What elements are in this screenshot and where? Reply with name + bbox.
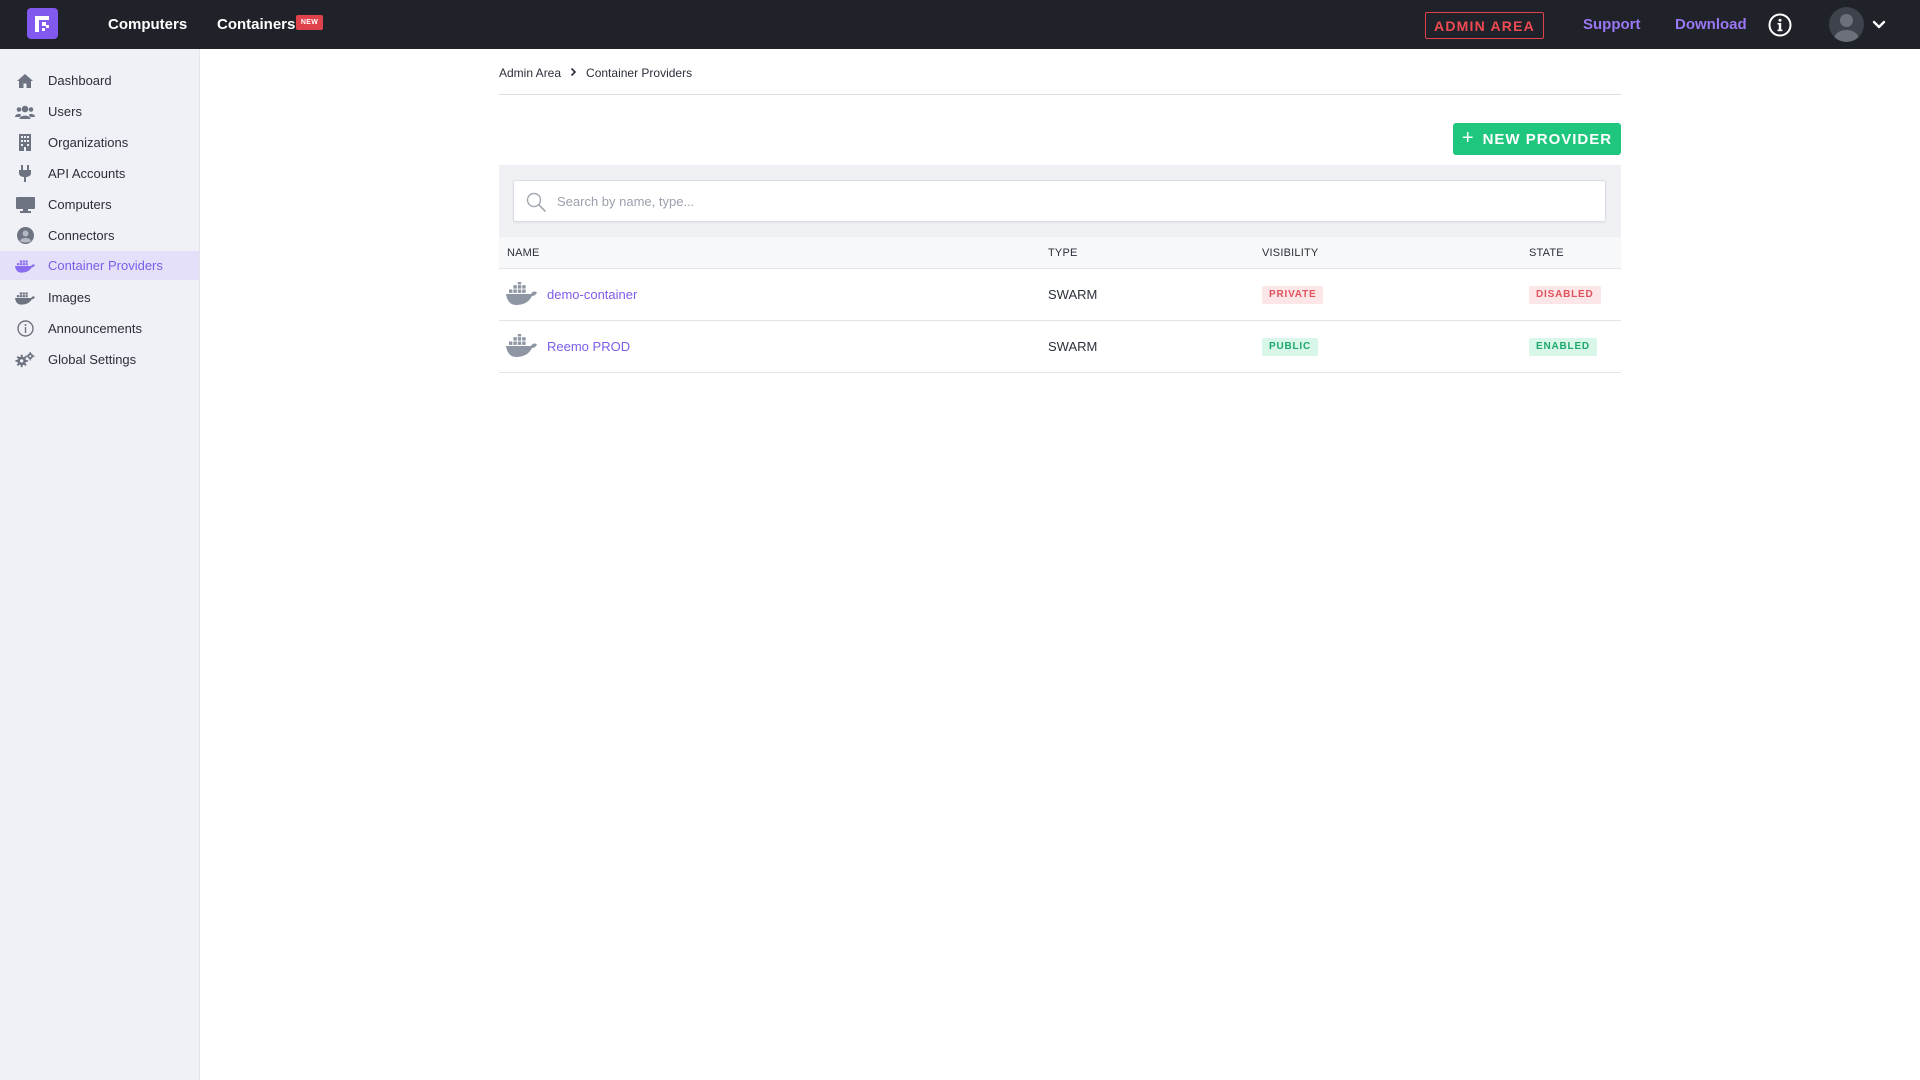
- sidebar-item-computers[interactable]: Computers: [0, 190, 199, 219]
- column-header-type[interactable]: TYPE: [1048, 247, 1078, 259]
- home-icon: [15, 72, 35, 90]
- nav-computers[interactable]: Computers: [108, 0, 187, 49]
- monitor-icon: [15, 196, 35, 214]
- sidebar-item-label: Users: [48, 104, 82, 119]
- nav-containers[interactable]: Containers: [217, 0, 295, 49]
- admin-area-button[interactable]: ADMIN AREA: [1425, 12, 1544, 39]
- users-icon: [15, 103, 35, 121]
- info-icon[interactable]: [1768, 13, 1792, 37]
- sidebar-item-container-providers[interactable]: Container Providers: [0, 251, 199, 280]
- sidebar-item-organizations[interactable]: Organizations: [0, 128, 199, 157]
- user-avatar-icon: [1834, 14, 1859, 42]
- sidebar-item-announcements[interactable]: Announcements: [0, 314, 199, 343]
- column-header-state[interactable]: STATE: [1529, 247, 1564, 259]
- sidebar-item-label: Announcements: [48, 321, 142, 336]
- docker-icon: [506, 334, 537, 357]
- divider: [499, 94, 1621, 95]
- gears-icon: [15, 351, 35, 369]
- download-link[interactable]: Download: [1675, 0, 1747, 49]
- sidebar-item-label: Organizations: [48, 135, 129, 150]
- breadcrumb-admin-area[interactable]: Admin Area: [499, 66, 561, 80]
- table-row[interactable]: Reemo PROD SWARM PUBLIC ENABLED: [499, 321, 1621, 373]
- new-provider-label: NEW PROVIDER: [1482, 130, 1613, 148]
- table-row[interactable]: demo-container SWARM PRIVATE DISABLED: [499, 269, 1621, 321]
- sidebar-item-label: Global Settings: [48, 352, 137, 367]
- sidebar-item-label: Connectors: [48, 228, 115, 243]
- sidebar-item-images[interactable]: Images: [0, 283, 199, 312]
- visibility-badge: PUBLIC: [1262, 337, 1319, 356]
- sidebar-item-label: Images: [48, 290, 91, 305]
- search-bar: [499, 165, 1621, 237]
- plug-icon: [15, 165, 35, 183]
- state-badge: ENABLED: [1529, 337, 1597, 356]
- search-icon: [526, 192, 546, 212]
- sidebar-item-users[interactable]: Users: [0, 97, 199, 126]
- provider-type: SWARM: [1048, 339, 1098, 354]
- top-navbar: Computers Containers NEW ADMIN AREA Supp…: [0, 0, 1920, 49]
- search-box[interactable]: [513, 180, 1606, 222]
- column-header-visibility[interactable]: VISIBILITY: [1262, 247, 1318, 259]
- sidebar-item-label: Computers: [48, 197, 112, 212]
- app-logo[interactable]: [27, 8, 58, 39]
- chevron-down-icon[interactable]: [1872, 19, 1886, 31]
- table-header: NAME TYPE VISIBILITY STATE: [499, 237, 1621, 269]
- docker-icon: [506, 282, 537, 305]
- avatar[interactable]: [1829, 7, 1864, 42]
- sidebar-item-api-accounts[interactable]: API Accounts: [0, 159, 199, 188]
- provider-name-link[interactable]: Reemo PROD: [547, 339, 630, 354]
- visibility-badge: PRIVATE: [1262, 285, 1324, 304]
- new-provider-button[interactable]: + NEW PROVIDER: [1453, 123, 1621, 155]
- provider-name-link[interactable]: demo-container: [547, 287, 637, 302]
- sidebar-item-label: Dashboard: [48, 73, 112, 88]
- support-link[interactable]: Support: [1583, 0, 1641, 49]
- new-badge: NEW: [296, 15, 323, 30]
- logo-icon: [34, 15, 49, 32]
- search-input[interactable]: [557, 181, 1597, 221]
- chevron-right-icon: [570, 66, 577, 80]
- info-icon: [15, 320, 35, 338]
- sidebar-item-label: API Accounts: [48, 166, 126, 181]
- state-badge: DISABLED: [1529, 285, 1601, 304]
- plus-icon: +: [1461, 126, 1475, 149]
- breadcrumb-current: Container Providers: [586, 66, 693, 80]
- sidebar-item-label: Container Providers: [48, 258, 163, 273]
- breadcrumb: Admin Area Container Providers: [499, 65, 692, 81]
- sidebar-item-connectors[interactable]: Connectors: [0, 221, 199, 250]
- user-circle-icon: [15, 227, 35, 245]
- sidebar-item-dashboard[interactable]: Dashboard: [0, 66, 199, 95]
- sidebar: Dashboard Users Organizations API Accoun…: [0, 49, 200, 1080]
- provider-type: SWARM: [1048, 287, 1098, 302]
- sidebar-item-global-settings[interactable]: Global Settings: [0, 345, 199, 374]
- building-icon: [15, 134, 35, 152]
- column-header-name[interactable]: NAME: [507, 247, 540, 259]
- docker-icon: [15, 257, 35, 275]
- docker-icon: [15, 289, 35, 307]
